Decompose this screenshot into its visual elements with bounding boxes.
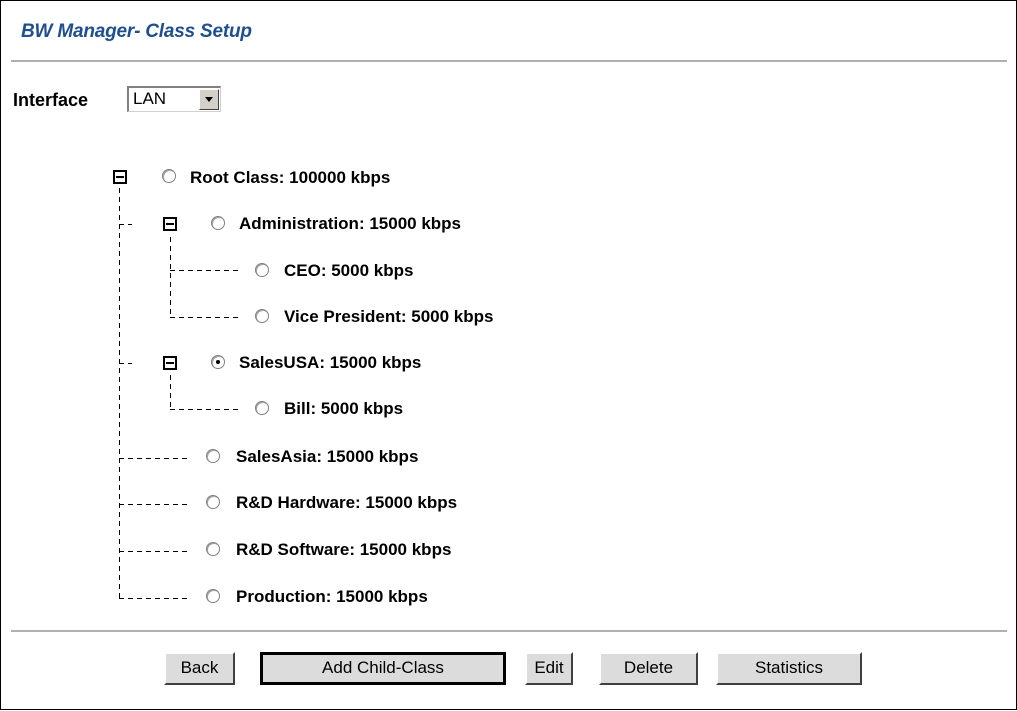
- tree-node-salesusa-label: SalesUSA: 15000 kbps: [239, 353, 422, 372]
- tree-node-ceo-label: CEO: 5000 kbps: [284, 261, 414, 280]
- radio-ceo[interactable]: [255, 263, 269, 277]
- tree-node-root-label: Root Class: 100000 kbps: [190, 168, 391, 187]
- edit-button[interactable]: Edit: [525, 652, 573, 685]
- tree-node-production-label: Production: 15000 kbps: [236, 587, 428, 606]
- tree-connector-lines: [119, 188, 238, 599]
- tree-node-vice-president-label: Vice President: 5000 kbps: [284, 307, 494, 326]
- back-button[interactable]: Back: [164, 652, 235, 685]
- radio-salesasia[interactable]: [206, 449, 220, 463]
- tree-node-rd-software-label: R&D Software: 15000 kbps: [236, 540, 452, 559]
- statistics-button[interactable]: Statistics: [716, 652, 862, 685]
- tree-node-administration-label: Administration: 15000 kbps: [239, 214, 462, 233]
- collapse-root-icon[interactable]: [113, 170, 127, 184]
- delete-button[interactable]: Delete: [599, 652, 698, 685]
- tree-node-rd-hardware-label: R&D Hardware: 15000 kbps: [236, 493, 458, 512]
- radio-salesusa[interactable]: [211, 355, 225, 369]
- collapse-salesusa-icon[interactable]: [163, 356, 177, 370]
- tree-node-salesasia-label: SalesAsia: 15000 kbps: [236, 447, 419, 466]
- radio-production[interactable]: [206, 589, 220, 603]
- radio-root[interactable]: [162, 169, 176, 183]
- radio-rd-hardware[interactable]: [206, 495, 220, 509]
- collapse-administration-icon[interactable]: [163, 217, 177, 231]
- radio-administration[interactable]: [211, 216, 225, 230]
- tree-node-bill-label: Bill: 5000 kbps: [284, 399, 404, 418]
- bottom-divider: [11, 630, 1007, 632]
- radio-vice-president[interactable]: [255, 309, 269, 323]
- radio-bill[interactable]: [255, 401, 269, 415]
- bw-manager-panel: BW Manager- Class Setup Interface LAN Ro…: [0, 0, 1017, 710]
- radio-rd-software[interactable]: [206, 542, 220, 556]
- add-child-class-button[interactable]: Add Child-Class: [260, 652, 506, 685]
